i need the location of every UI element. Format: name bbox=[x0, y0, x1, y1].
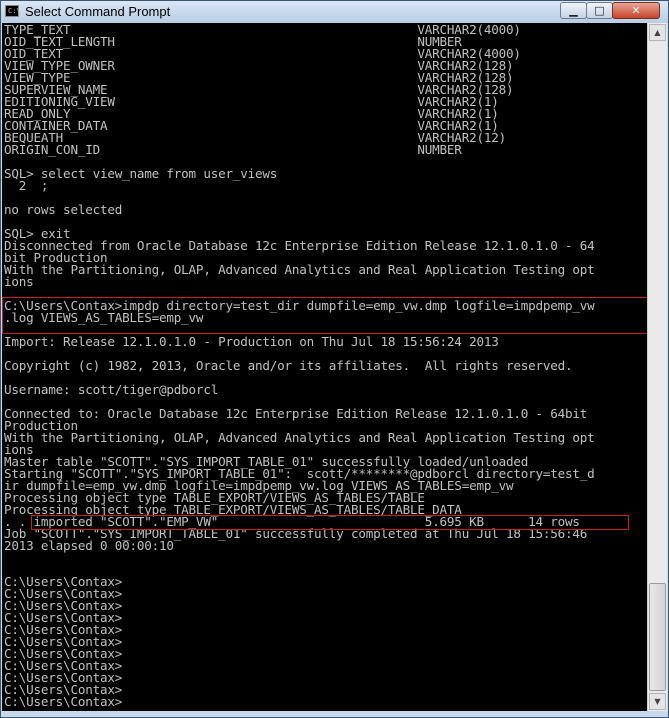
vertical-scrollbar[interactable]: ▲ ▼ bbox=[647, 23, 667, 711]
console-line: SQL> select view_name from user_views bbox=[4, 166, 278, 181]
highlight-imported-rows bbox=[31, 515, 629, 530]
console-line: Connected to: Oracle Database 12c Enterp… bbox=[4, 406, 588, 421]
console-line: Copyright (c) 1982, 2013, Oracle and/or … bbox=[4, 358, 573, 373]
window-title: Select Command Prompt bbox=[25, 4, 171, 19]
command-prompt-window: C:\ Select Command Prompt ▁ □ ✕ TYPE_TEX… bbox=[0, 0, 669, 718]
window-bottom-border bbox=[1, 711, 668, 717]
console-line: C:\Users\Contax> bbox=[4, 694, 123, 709]
title-bar[interactable]: C:\ Select Command Prompt ▁ □ ✕ bbox=[1, 1, 668, 23]
console-line: 2 ; bbox=[4, 178, 49, 193]
scroll-up-arrow-icon[interactable]: ▲ bbox=[649, 24, 666, 41]
close-button[interactable]: ✕ bbox=[612, 2, 660, 19]
scrollbar-thumb[interactable] bbox=[649, 583, 666, 691]
scroll-down-arrow-icon[interactable]: ▼ bbox=[649, 693, 666, 710]
highlight-impdp-command bbox=[2, 297, 647, 334]
console-line: Username: scott/tiger@pdborcl bbox=[4, 382, 219, 397]
console-line: ions bbox=[4, 274, 34, 289]
console-output[interactable]: TYPE_TEXT VARCHAR2(4000) OID_TEXT_LENGTH … bbox=[2, 23, 647, 711]
command-prompt-icon-text: C:\ bbox=[8, 7, 21, 15]
console-line: With the Partitioning, OLAP, Advanced An… bbox=[4, 430, 595, 445]
maximize-button[interactable]: □ bbox=[586, 2, 613, 19]
console-line: no rows selected bbox=[4, 202, 123, 217]
console-line: 2013 elapsed 0 00:00:10 bbox=[4, 538, 174, 553]
console-line: With the Partitioning, OLAP, Advanced An… bbox=[4, 262, 595, 277]
minimize-button[interactable]: ▁ bbox=[560, 2, 587, 19]
console-lines: TYPE_TEXT VARCHAR2(4000) OID_TEXT_LENGTH … bbox=[4, 23, 595, 709]
command-prompt-icon[interactable]: C:\ bbox=[5, 5, 21, 17]
console-line: ORIGIN_CON_ID NUMBER bbox=[4, 142, 462, 157]
console-line: Import: Release 12.1.0.1.0 - Production … bbox=[4, 334, 499, 349]
